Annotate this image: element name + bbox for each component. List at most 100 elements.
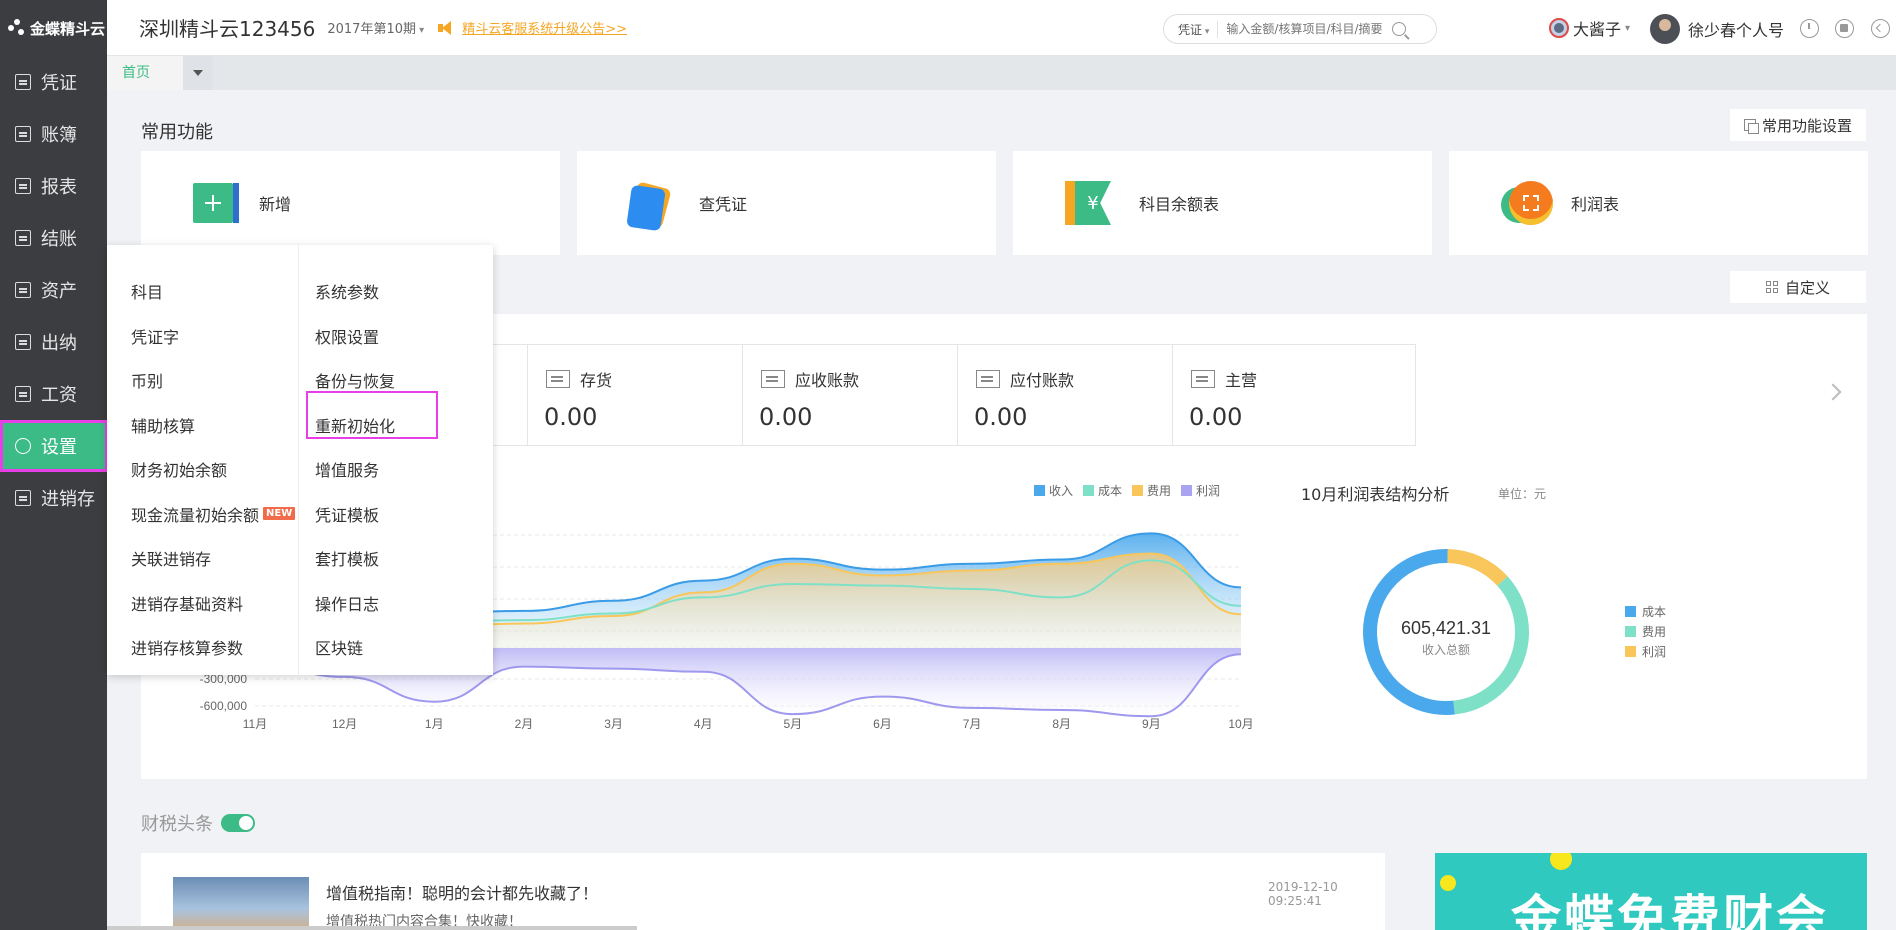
stat-card[interactable]: 存货 0.00 (527, 344, 771, 446)
sidebar-item-label: 账簿 (41, 125, 77, 146)
sidebar-item-label: 出纳 (41, 333, 77, 354)
settings-menu-item[interactable]: 币别 (131, 368, 163, 392)
period-selector[interactable]: 2017年第10期 (327, 18, 424, 37)
settings-menu-item[interactable]: 权限设置 (315, 324, 379, 348)
legend-swatch (1625, 625, 1636, 637)
settings-menu-item[interactable]: 关联进销存 (131, 546, 211, 570)
stat-card[interactable]: 主营 0.00 (1172, 344, 1416, 446)
stat-label-text: 存货 (580, 371, 613, 390)
legend-label: 利润 (1642, 644, 1667, 659)
menu-item-label: 进销存核算参数 (131, 639, 244, 658)
settings-menu-item[interactable]: 增值服务 (315, 457, 379, 481)
document-icon (15, 74, 31, 90)
skin-icon[interactable] (1835, 19, 1854, 38)
sidebar-item-4[interactable]: 资产 (0, 264, 107, 316)
sidebar-item-5[interactable]: 出纳 (0, 316, 107, 368)
sidebar-item-0[interactable]: 凭证 (0, 56, 107, 108)
sidebar-item-7[interactable]: 设置 (0, 420, 108, 472)
settings-menu-item[interactable]: 系统参数 (315, 279, 379, 303)
tab-home[interactable]: 首页 (107, 56, 183, 90)
menu-item-label: 权限设置 (315, 327, 380, 347)
sidebar-item-3[interactable]: 结账 (0, 212, 107, 264)
x-tick-label: 3月 (604, 717, 623, 731)
sidebar-item-6[interactable]: 工资 (0, 368, 107, 420)
news-headline[interactable]: 增值税指南！聪明的会计都先收藏了！ (326, 880, 598, 904)
customize-button[interactable]: 自定义 (1730, 271, 1866, 303)
announcement-link[interactable]: 精斗云客服系统升级公告>> (462, 18, 627, 37)
clock-icon[interactable] (1800, 19, 1819, 38)
quick-add-label: 新增 (259, 195, 292, 214)
stat-label-text: 主营 (1225, 371, 1258, 390)
news-toggle[interactable] (221, 814, 255, 832)
stat-card[interactable]: 应付账款 0.00 (957, 344, 1201, 446)
tab-dropdown-button[interactable] (183, 56, 213, 90)
sidebar-item-label: 进销存 (41, 489, 95, 510)
logout-icon[interactable] (1871, 19, 1890, 38)
settings-menu-item[interactable]: 凭证字 (131, 324, 179, 348)
company-name[interactable]: 深圳精斗云123456 (139, 13, 315, 42)
legend-swatch (1625, 605, 1636, 617)
search-type-selector[interactable]: 凭证 (1164, 20, 1219, 38)
logo-icon (8, 19, 26, 37)
menu-item-label: 辅助核算 (131, 416, 196, 436)
sidebar-item-8[interactable]: 进销存 (0, 472, 107, 524)
donut-legend-item[interactable]: 成本 (1625, 601, 1666, 621)
brand-logo[interactable]: 金蝶精斗云 (0, 0, 107, 56)
menu-item-label: 财务初始余额 (131, 461, 228, 480)
settings-menu-column-2: 系统参数权限设置备份与恢复重新初始化增值服务凭证模板套打模板操作日志区块链 (299, 245, 493, 675)
new-badge: NEW (263, 507, 296, 520)
settings-menu-item[interactable]: 备份与恢复 (315, 368, 395, 392)
stat-label: 主营 (1191, 367, 1257, 391)
search-input[interactable] (1218, 22, 1389, 36)
horizontal-scrollbar[interactable] (107, 926, 637, 930)
announcement-icon (438, 20, 454, 35)
document-icon (15, 178, 31, 194)
news-thumbnail[interactable] (173, 877, 309, 930)
sidebar-item-1[interactable]: 账簿 (0, 108, 107, 160)
quick-voucher-search[interactable]: 查凭证 (577, 151, 996, 255)
sidebar-item-label: 设置 (41, 437, 77, 458)
x-tick-label: 6月 (873, 717, 892, 731)
settings-menu-item[interactable]: 凭证模板 (315, 502, 379, 526)
settings-menu-item[interactable]: 重新初始化 (315, 413, 395, 437)
add-icon (193, 183, 239, 223)
settings-menu-item[interactable]: 套打模板 (315, 546, 379, 570)
document-icon (15, 386, 31, 402)
stat-card[interactable]: 应收账款 0.00 (742, 344, 986, 446)
settings-menu-item[interactable]: 辅助核算 (131, 413, 195, 437)
sidebar: 金蝶精斗云 凭证账簿报表 结账 资产出纳工资设置进销存 (0, 0, 108, 930)
global-search: 凭证 (1163, 14, 1437, 44)
quick-profit-statement[interactable]: 利润表 (1449, 151, 1868, 255)
yen-book-icon (1065, 181, 1113, 225)
settings-menu-item[interactable]: 进销存基础资料 (131, 591, 243, 615)
document-icon (15, 126, 31, 142)
donut-legend-item[interactable]: 利润 (1625, 641, 1666, 661)
settings-menu-item[interactable]: 科目 (131, 279, 163, 303)
settings-menu-item[interactable]: 财务初始余额 (131, 457, 227, 481)
quick-account-balance[interactable]: 科目余额表 (1013, 151, 1432, 255)
x-tick-label: 4月 (694, 717, 713, 731)
menu-item-label: 区块链 (315, 639, 364, 658)
donut-legend-item[interactable]: 费用 (1625, 621, 1666, 641)
search-icon[interactable] (1392, 22, 1407, 36)
ad-banner[interactable]: 金蝶免费财会 (1435, 853, 1867, 930)
settings-menu-item[interactable]: 进销存核算参数 (131, 635, 243, 659)
settings-menu-item[interactable]: 现金流量初始余额 NEW (131, 502, 296, 526)
account-name: 大酱子 (1573, 20, 1622, 39)
quick-add[interactable]: 新增 (141, 151, 560, 255)
sidebar-item-2[interactable]: 报表 (0, 160, 107, 212)
ledger-icon (976, 370, 1000, 388)
settings-menu-item[interactable]: 操作日志 (315, 591, 379, 615)
menu-item-label: 科目 (131, 283, 164, 302)
account-switcher[interactable]: 大酱子 ▾ (1549, 16, 1630, 40)
settings-menu-item[interactable]: 区块链 (315, 635, 363, 659)
stat-label: 存货 (546, 367, 612, 391)
document-icon (15, 490, 31, 506)
user-profile[interactable]: 徐少春个人号 (1650, 14, 1784, 44)
donut-center-value: 605,421.31 (1401, 618, 1491, 638)
menu-item-label: 凭证字 (131, 327, 180, 347)
quick-settings-button[interactable]: 常用功能设置 (1730, 109, 1866, 141)
menu-item-label: 币别 (131, 372, 164, 391)
grid-icon (1765, 280, 1779, 294)
menu-item-label: 关联进销存 (131, 550, 212, 569)
